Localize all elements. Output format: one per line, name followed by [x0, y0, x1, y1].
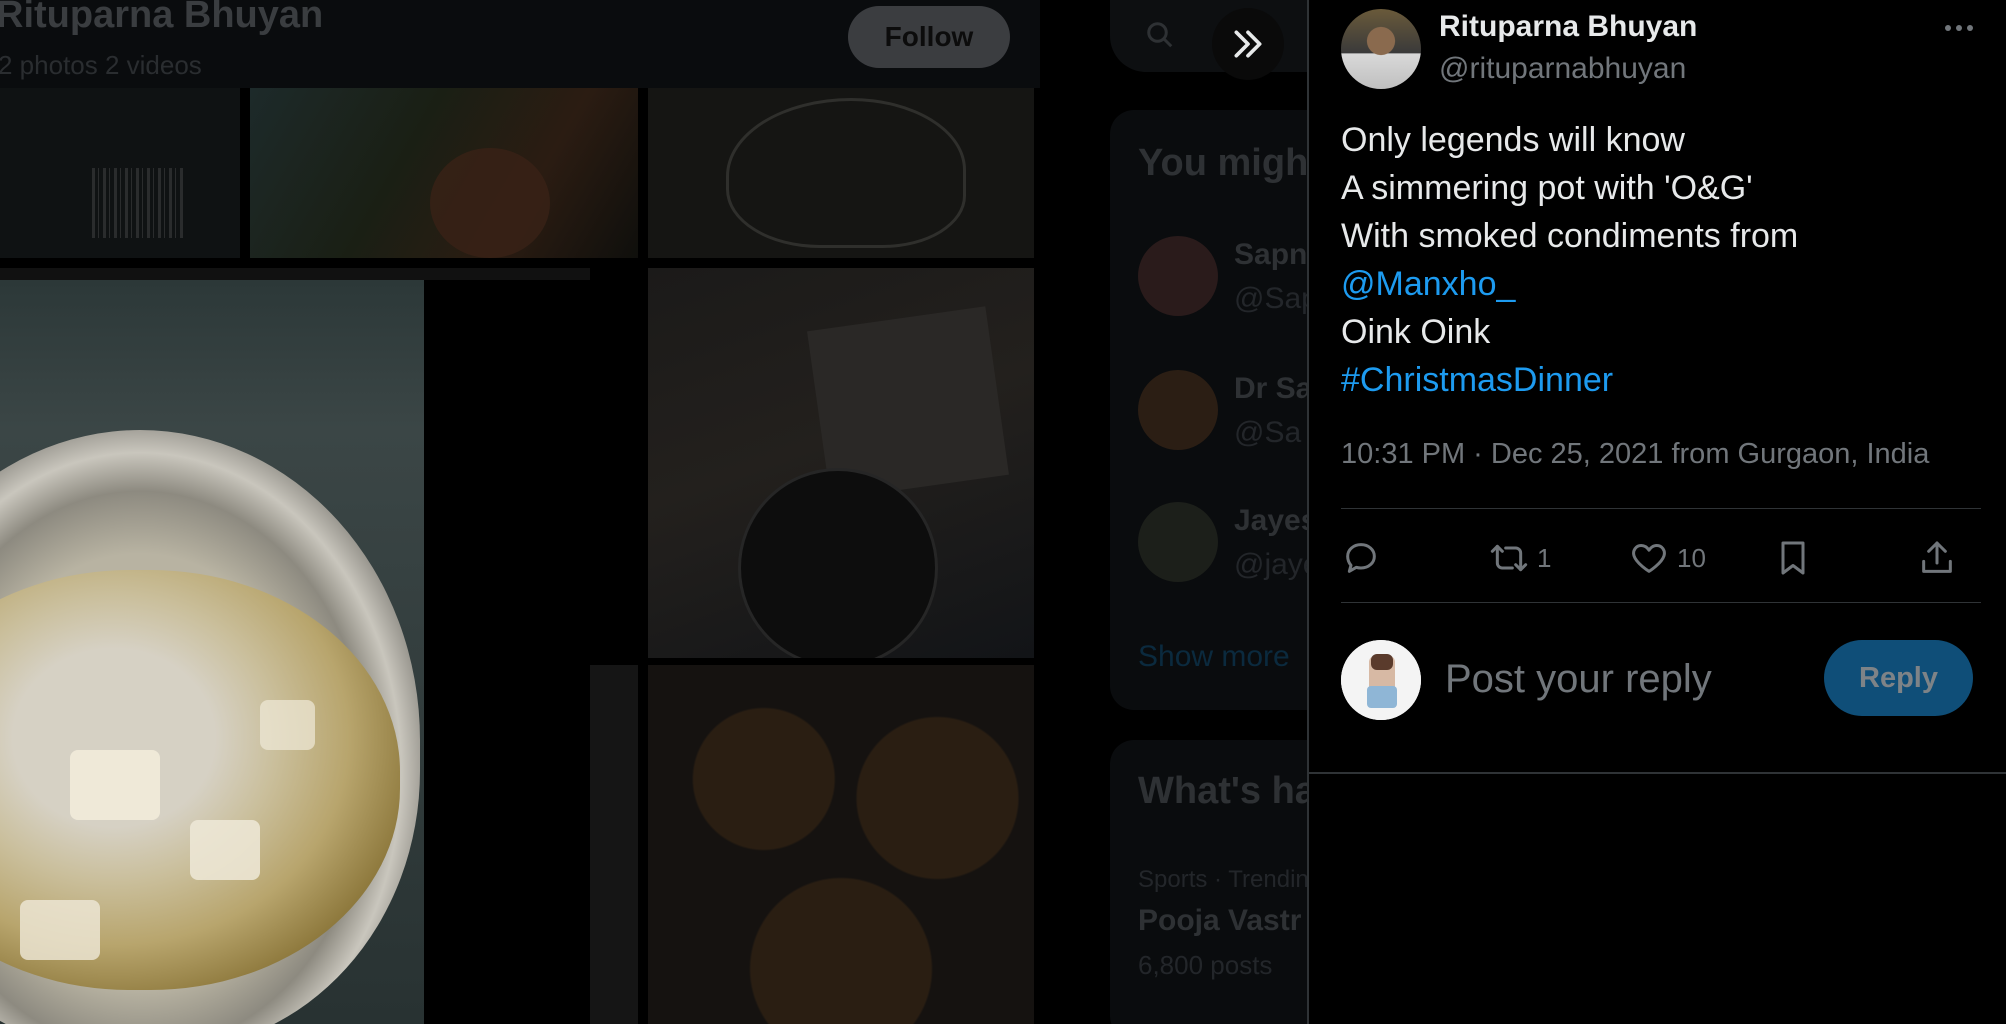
- tweet-timestamp[interactable]: 10:31 PM · Dec 25, 2021 from Gurgaon, In…: [1341, 438, 1929, 471]
- reply-action-button[interactable]: [1341, 530, 1381, 586]
- media-tile[interactable]: [590, 665, 638, 1024]
- hashtag-link[interactable]: #ChristmasDinner: [1341, 356, 1981, 404]
- profile-name: Rituparna Bhuyan: [0, 0, 324, 36]
- avatar[interactable]: [1138, 370, 1218, 450]
- tweet-text: Only legends will know A simmering pot w…: [1341, 116, 1981, 404]
- divider: [1341, 508, 1981, 509]
- tweet-photo[interactable]: [0, 280, 424, 1024]
- rhino-illustration: [726, 98, 966, 248]
- retweet-action-button[interactable]: 1: [1489, 530, 1551, 586]
- show-more-link[interactable]: Show more: [1138, 640, 1290, 674]
- suggestion-handle: @jaye: [1234, 548, 1307, 581]
- divider: [1341, 602, 1981, 603]
- profile-header-bar: Rituparna Bhuyan 2 photos 2 videos Follo…: [0, 0, 1040, 88]
- reply-icon: [1346, 543, 1376, 573]
- avatar[interactable]: [1138, 502, 1218, 582]
- divider: [1309, 772, 2006, 774]
- bookmark-icon: [1781, 541, 1805, 575]
- share-icon: [1922, 541, 1952, 573]
- more-horizontal-icon: [1945, 25, 1973, 31]
- double-chevron-right-icon: [1234, 30, 1262, 58]
- trend-context: Sports · Trending: [1138, 866, 1307, 893]
- avatar[interactable]: [1138, 236, 1218, 316]
- media-tile[interactable]: [648, 665, 1034, 1024]
- tweet-text-line: With smoked condiments from: [1341, 217, 1799, 255]
- tweet-detail-panel: Rituparna Bhuyan @rituparnabhuyan Only l…: [1307, 0, 2006, 1024]
- bookmark-action-button[interactable]: [1773, 530, 1813, 586]
- you-might-like-heading: You might like: [1138, 142, 1307, 184]
- user-avatar-image: [1341, 640, 1421, 720]
- trend-name[interactable]: Pooja Vastr: [1138, 904, 1301, 938]
- trend-post-count: 6,800 posts: [1138, 950, 1273, 980]
- media-tile[interactable]: [250, 88, 638, 258]
- like-action-button[interactable]: 10: [1629, 530, 1706, 586]
- share-action-button[interactable]: [1917, 530, 1957, 586]
- suggestion-name[interactable]: Sapna: [1234, 238, 1307, 272]
- tweet-text-line: Only legends will know: [1341, 121, 1685, 159]
- collapse-panel-button[interactable]: [1212, 8, 1284, 80]
- media-tile[interactable]: [648, 88, 1034, 258]
- reply-button[interactable]: Reply: [1824, 640, 1973, 716]
- media-tile[interactable]: [648, 268, 1034, 658]
- tweet-text-line: Oink Oink: [1341, 313, 1491, 351]
- profile-media-counts: 2 photos 2 videos: [0, 50, 202, 80]
- author-handle[interactable]: @rituparnabhuyan: [1439, 52, 1686, 86]
- more-options-button[interactable]: [1937, 14, 1981, 42]
- mention-link[interactable]: @Manxho_: [1341, 260, 1981, 308]
- retweet-icon: [1490, 544, 1528, 572]
- follow-button[interactable]: Follow: [848, 6, 1010, 68]
- whats-happening-heading: What's happening: [1138, 770, 1307, 812]
- reply-input[interactable]: [1445, 646, 1805, 712]
- search-icon: [1147, 22, 1173, 48]
- suggestion-handle: @Sapna: [1234, 282, 1307, 315]
- suggestion-name[interactable]: Dr Sa: [1234, 372, 1307, 406]
- media-tile[interactable]: [0, 88, 240, 258]
- barcode-graphic: [92, 168, 184, 238]
- tweet-text-line: A simmering pot with 'O&G': [1341, 169, 1753, 207]
- avatar[interactable]: [1341, 640, 1421, 720]
- author-name[interactable]: Rituparna Bhuyan: [1439, 10, 1697, 44]
- avatar[interactable]: [1341, 9, 1421, 89]
- tweet-action-bar: 1 10: [1341, 530, 1981, 586]
- like-count: 10: [1677, 542, 1706, 573]
- retweet-count: 1: [1537, 542, 1552, 573]
- heart-icon: [1632, 544, 1666, 573]
- suggestion-handle: @Sa: [1234, 416, 1302, 449]
- suggestion-name[interactable]: Jayesh: [1234, 504, 1307, 538]
